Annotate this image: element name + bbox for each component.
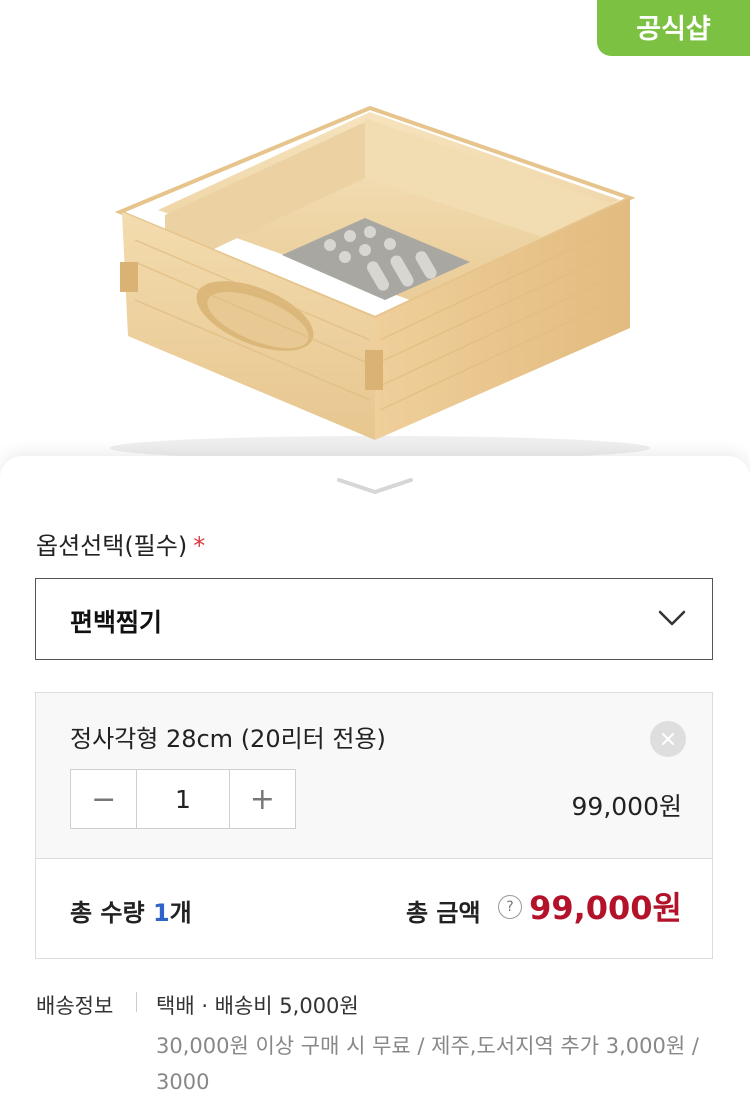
increase-quantity-button[interactable]: + xyxy=(230,770,295,828)
close-icon xyxy=(662,733,674,745)
shipping-divider xyxy=(136,992,137,1012)
divider xyxy=(36,858,712,859)
required-mark: * xyxy=(193,532,206,560)
collapse-chevron-icon[interactable] xyxy=(336,474,414,496)
help-icon[interactable]: ? xyxy=(498,895,522,919)
option-select[interactable]: 편백찜기 xyxy=(35,578,713,660)
official-shop-badge: 공식샵 xyxy=(597,0,750,56)
shipping-conditions: 30,000원 이상 구매 시 무료 / 제주,도서지역 추가 3,000원 /… xyxy=(156,1034,699,1094)
option-selected-value: 편백찜기 xyxy=(70,608,163,637)
total-quantity-unit: 개 xyxy=(169,899,192,927)
selected-option-price: 99,000원 xyxy=(571,792,682,821)
total-amount-value: 99,000원 xyxy=(529,889,682,927)
total-quantity: 총 수량 1개 xyxy=(70,893,192,928)
selected-option-name: 정사각형 28cm (20리터 전용) xyxy=(70,725,386,753)
chevron-down-icon xyxy=(658,610,686,626)
product-image xyxy=(110,105,650,460)
quantity-value[interactable]: 1 xyxy=(136,770,230,828)
selected-option-row: 정사각형 28cm (20리터 전용) − 1 + 99,000원 xyxy=(36,693,712,858)
shipping-label: 배송정보 xyxy=(36,994,114,1018)
decrease-quantity-button[interactable]: − xyxy=(71,770,136,828)
product-image-area: 공식샵 xyxy=(0,0,750,470)
option-label-text: 옵션선택(필수) xyxy=(36,532,188,560)
option-label: 옵션선택(필수) * xyxy=(36,526,205,561)
total-amount-label: 총 금액 xyxy=(406,899,481,927)
total-quantity-label: 총 수량 xyxy=(70,899,153,927)
selected-option-card: 정사각형 28cm (20리터 전용) − 1 + 99,000원 총 수량 1… xyxy=(35,692,713,959)
option-sheet: 옵션선택(필수) * 편백찜기 정사각형 28cm (20리터 전용) − 1 +… xyxy=(0,456,750,1116)
remove-option-button[interactable] xyxy=(650,721,686,757)
quantity-stepper: − 1 + xyxy=(70,769,296,829)
shipping-method: 택배 · 배송비 5,000원 xyxy=(156,994,359,1018)
total-quantity-value: 1 xyxy=(152,899,170,927)
